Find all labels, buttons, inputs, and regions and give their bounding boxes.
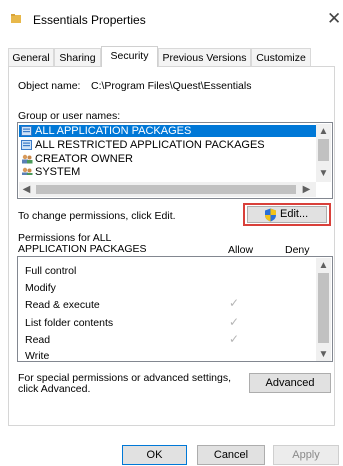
group-list[interactable]: ALL APPLICATION PACKAGES ALL RESTRICTED … [17, 122, 333, 199]
permissions-list[interactable]: Full control Modify Read & execute List … [17, 256, 333, 362]
permissions-vscroll[interactable]: ▲ ▼ [316, 258, 331, 361]
apply-button[interactable]: Apply [273, 445, 339, 465]
group-name: ALL APPLICATION PACKAGES [35, 125, 192, 137]
shield-icon [265, 208, 276, 222]
scroll-thumb[interactable] [318, 139, 329, 161]
allow-check-icon: ✓ [229, 296, 240, 310]
special-line2: click Advanced. [18, 383, 91, 395]
edit-button[interactable]: Edit... [247, 206, 327, 223]
users-icon [22, 154, 33, 164]
scroll-up-icon[interactable]: ▲ [316, 124, 331, 139]
edit-button-label: Edit... [280, 208, 309, 220]
allow-check-icon: ✓ [229, 315, 240, 329]
group-name: ALL RESTRICTED APPLICATION PACKAGES [35, 139, 265, 151]
perm-read: Read [25, 334, 51, 346]
cancel-button[interactable]: Cancel [197, 445, 265, 465]
group-name: CREATOR OWNER [35, 153, 133, 165]
deny-header: Deny [285, 244, 310, 256]
groups-label: Group or user names: [18, 110, 121, 122]
object-name-label: Object name: [18, 80, 81, 92]
close-icon[interactable]: ✕ [327, 9, 341, 29]
tab-general[interactable]: General [8, 48, 54, 66]
scroll-right-icon[interactable]: ▶ [299, 182, 314, 197]
perm-write: Write [25, 350, 50, 362]
folder-icon [11, 14, 21, 23]
perm-full-control: Full control [25, 265, 77, 277]
permissions-for-line2: APPLICATION PACKAGES [18, 243, 147, 255]
scroll-thumb[interactable] [36, 185, 296, 194]
tab-previous-versions[interactable]: Previous Versions [158, 48, 251, 66]
tab-security[interactable]: Security [101, 46, 158, 67]
app-packages-icon [21, 126, 32, 136]
list-item[interactable]: ALL APPLICATION PACKAGES [19, 125, 316, 137]
perm-modify: Modify [25, 282, 56, 294]
group-list-hscroll[interactable]: ◀ ▶ [19, 182, 316, 197]
window-title: Essentials Properties [33, 13, 146, 27]
special-permissions-text: For special permissions or advanced sett… [18, 373, 231, 395]
scroll-up-icon[interactable]: ▲ [316, 258, 331, 273]
scroll-down-icon[interactable]: ▼ [316, 166, 331, 181]
permissions-for-label: Permissions for ALL APPLICATION PACKAGES [18, 233, 147, 255]
list-item[interactable]: ALL RESTRICTED APPLICATION PACKAGES [19, 139, 316, 151]
ok-button[interactable]: OK [122, 445, 187, 465]
allow-check-icon: ✓ [229, 332, 240, 346]
list-item[interactable]: CREATOR OWNER [19, 153, 316, 165]
list-item[interactable]: SYSTEM [19, 166, 316, 175]
advanced-button[interactable]: Advanced [249, 373, 331, 393]
group-list-vscroll[interactable]: ▲ ▼ [316, 124, 331, 182]
change-permissions-text: To change permissions, click Edit. [18, 210, 176, 222]
users-icon [22, 167, 33, 175]
tab-customize[interactable]: Customize [251, 48, 311, 66]
scroll-down-icon[interactable]: ▼ [316, 347, 331, 361]
perm-read-execute: Read & execute [25, 299, 100, 311]
allow-header: Allow [228, 244, 254, 256]
tab-sharing[interactable]: Sharing [54, 48, 101, 66]
scroll-left-icon[interactable]: ◀ [19, 182, 34, 197]
app-packages-icon [21, 140, 32, 150]
scroll-thumb[interactable] [318, 273, 329, 343]
perm-list-folder: List folder contents [25, 317, 114, 329]
object-name-value: C:\Program Files\Quest\Essentials [91, 80, 252, 92]
group-name: SYSTEM [35, 166, 81, 175]
